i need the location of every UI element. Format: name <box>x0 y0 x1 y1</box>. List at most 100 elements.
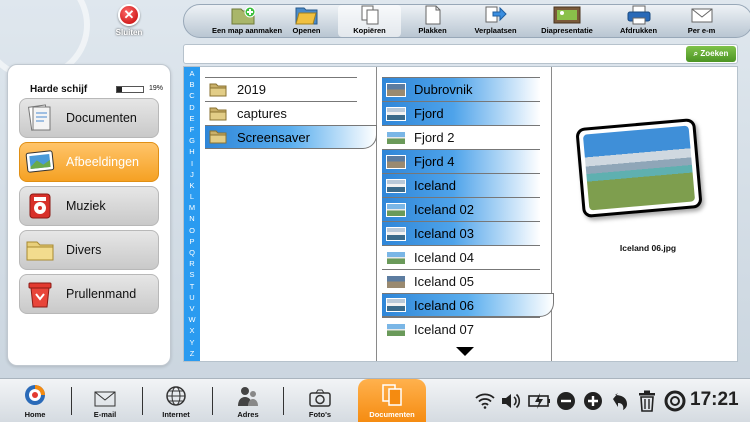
folder-name: 2019 <box>237 82 266 97</box>
taskbar-email[interactable]: E-mail <box>72 379 138 422</box>
alphabet-letter[interactable]: A <box>184 69 200 79</box>
alphabet-letter[interactable]: C <box>184 91 200 101</box>
file-name: Iceland 02 <box>414 202 474 217</box>
search-bar: ⌕ Zoeken <box>183 44 738 64</box>
print-button[interactable]: Afdrukken <box>607 5 670 37</box>
alphabet-letter[interactable]: G <box>184 136 200 146</box>
copy-button[interactable]: Kopiëren <box>338 5 401 37</box>
file-item[interactable]: Iceland 07 <box>382 317 540 341</box>
taskbar-address[interactable]: Adres <box>215 379 281 422</box>
alphabet-letter[interactable]: K <box>184 181 200 191</box>
scroll-down-arrow[interactable] <box>456 347 474 356</box>
file-item[interactable]: Iceland 02 <box>382 197 540 221</box>
toolbar: Een map aanmaken Openen Kopiëren Plakken… <box>183 4 750 38</box>
move-button[interactable]: Verplaatsen <box>464 5 527 37</box>
folder-icon <box>209 107 231 121</box>
category-pictures[interactable]: Afbeeldingen <box>19 142 159 182</box>
file-item[interactable]: Fjord <box>382 101 540 125</box>
alphabet-letter[interactable]: Q <box>184 248 200 258</box>
preview-image <box>582 125 696 211</box>
disk-title: Harde schijf <box>30 84 88 95</box>
alphabet-letter[interactable]: E <box>184 114 200 124</box>
help-lifebuoy-icon[interactable] <box>664 390 686 412</box>
alphabet-letter[interactable]: T <box>184 282 200 292</box>
alphabet-letter[interactable]: D <box>184 103 200 113</box>
search-button[interactable]: ⌕ Zoeken <box>686 46 736 62</box>
file-name: Iceland 07 <box>414 322 474 337</box>
trash-icon <box>20 279 60 309</box>
open-button[interactable]: Openen <box>275 5 338 37</box>
slideshow-button[interactable]: Diapresentatie <box>527 5 607 37</box>
image-thumbnail-icon <box>386 250 408 265</box>
taskbar-photos[interactable]: Foto's <box>287 379 353 422</box>
file-item[interactable]: Iceland 04 <box>382 245 540 269</box>
alphabet-letter[interactable]: V <box>184 304 200 314</box>
alphabet-letter[interactable]: P <box>184 237 200 247</box>
file-item[interactable]: Fjord 4 <box>382 149 540 173</box>
image-thumbnail-icon <box>386 274 408 289</box>
volume-icon[interactable] <box>500 391 522 411</box>
search-input[interactable] <box>188 47 678 61</box>
paste-button[interactable]: Plakken <box>401 5 464 37</box>
file-name: Iceland 03 <box>414 226 474 241</box>
taskbar-home[interactable]: Home <box>2 379 68 422</box>
contacts-icon <box>215 379 281 407</box>
preview-filename: Iceland 06.jpg <box>619 243 677 253</box>
alphabet-letter[interactable]: U <box>184 293 200 303</box>
folder-column: 2019 captures Screensaver <box>201 67 377 361</box>
alphabet-letter[interactable]: J <box>184 170 200 180</box>
folder-item[interactable]: Screensaver <box>205 125 377 149</box>
category-misc[interactable]: Divers <box>19 230 159 270</box>
category-trash[interactable]: Prullenmand <box>19 274 159 314</box>
file-item[interactable]: Iceland 06 <box>382 293 554 317</box>
file-name: Dubrovnik <box>414 82 473 97</box>
taskbar-internet[interactable]: Internet <box>143 379 209 422</box>
alphabet-index: ABCDEFGHIJKLMNOPQRSTUVWXYZ <box>184 67 200 361</box>
alphabet-letter[interactable]: B <box>184 80 200 90</box>
alphabet-letter[interactable]: F <box>184 125 200 135</box>
image-thumbnail-icon <box>386 202 408 217</box>
category-documents[interactable]: Documenten <box>19 98 159 138</box>
file-item[interactable]: Iceland <box>382 173 540 197</box>
alphabet-letter[interactable]: N <box>184 214 200 224</box>
zoom-out-icon[interactable] <box>556 391 576 411</box>
image-thumbnail-icon <box>386 82 408 97</box>
wifi-icon[interactable] <box>475 391 495 411</box>
alphabet-letter[interactable]: H <box>184 147 200 157</box>
alphabet-letter[interactable]: Z <box>184 349 200 359</box>
file-item[interactable]: Fjord 2 <box>382 125 540 149</box>
disk-usage-bar <box>116 86 144 93</box>
zoom-in-icon[interactable] <box>583 391 603 411</box>
trash-icon[interactable] <box>638 390 656 412</box>
documents-icon <box>358 379 426 407</box>
file-item[interactable]: Dubrovnik <box>382 77 540 101</box>
envelope-icon <box>72 379 138 407</box>
file-name: Fjord 4 <box>414 154 455 169</box>
alphabet-letter[interactable]: S <box>184 270 200 280</box>
file-item[interactable]: Iceland 05 <box>382 269 540 293</box>
folder-name: Screensaver <box>237 129 310 145</box>
close-button[interactable]: ✕ Sluiten <box>107 4 151 40</box>
alphabet-letter[interactable]: R <box>184 259 200 269</box>
alphabet-letter[interactable]: L <box>184 192 200 202</box>
folder-item[interactable]: 2019 <box>205 77 357 101</box>
file-name: Iceland <box>414 178 456 193</box>
email-button[interactable]: Per e-m <box>670 5 733 37</box>
category-music[interactable]: Muziek <box>19 186 159 226</box>
alphabet-letter[interactable]: M <box>184 203 200 213</box>
alphabet-letter[interactable]: W <box>184 315 200 325</box>
image-thumbnail-icon <box>386 106 408 121</box>
folder-item[interactable]: captures <box>205 101 357 125</box>
alphabet-letter[interactable]: I <box>184 159 200 169</box>
taskbar-separator <box>212 387 213 415</box>
alphabet-letter[interactable]: X <box>184 326 200 336</box>
taskbar-documents[interactable]: Documenten <box>358 379 426 422</box>
back-arrow-icon[interactable] <box>612 391 630 411</box>
alphabet-letter[interactable]: Y <box>184 338 200 348</box>
file-item[interactable]: Iceland 03 <box>382 221 540 245</box>
image-thumbnail-icon <box>386 178 408 193</box>
new-folder-icon <box>212 5 275 25</box>
new-folder-button[interactable]: Een map aanmaken <box>212 5 282 37</box>
file-column: Iceland 07 Iceland 06 Iceland 05 Iceland 04… <box>378 67 554 361</box>
alphabet-letter[interactable]: O <box>184 226 200 236</box>
